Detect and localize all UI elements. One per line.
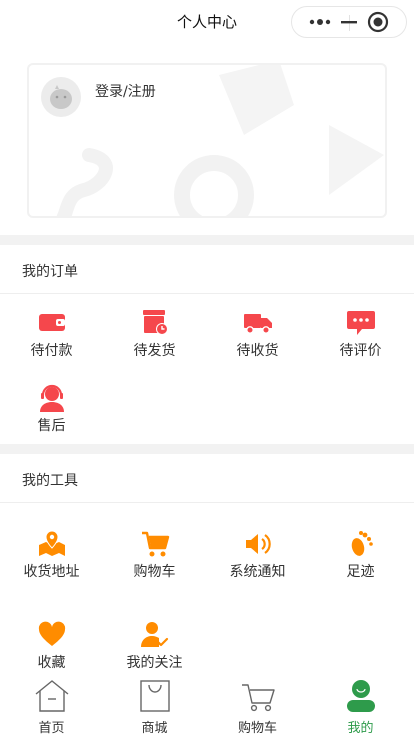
profile-icon (346, 680, 375, 712)
tab-label: 首页 (38, 721, 65, 736)
default-avatar-icon (50, 85, 72, 109)
tool-item-label: 我的关注 (126, 655, 183, 671)
tool-shopping-cart[interactable]: 购物车 (103, 529, 206, 601)
order-item-label: 售后 (37, 418, 66, 434)
title-bar: 个人中心 (0, 0, 414, 44)
close-miniprogram-button[interactable] (354, 7, 402, 37)
tab-label: 商城 (141, 721, 168, 736)
tab-label: 我的 (347, 721, 374, 736)
shopping-bag-icon (139, 680, 170, 712)
footprint-icon (351, 531, 373, 556)
delivery-truck-icon (243, 314, 272, 334)
home-icon (35, 680, 68, 712)
map-pin-icon (38, 530, 65, 556)
minimize-icon[interactable] (341, 21, 357, 24)
heart-icon (38, 621, 65, 646)
customer-service-icon (39, 384, 64, 412)
more-dots-icon (309, 19, 331, 25)
tool-item-label: 购物车 (133, 564, 176, 580)
tab-cart[interactable]: 购物车 (206, 676, 309, 736)
order-item-label: 待发货 (133, 343, 176, 359)
order-pending-shipment[interactable]: 待发货 (103, 308, 206, 380)
tool-item-label: 收藏 (37, 655, 66, 671)
follow-user-icon (140, 622, 168, 647)
order-item-label: 待收货 (236, 343, 279, 359)
section-gap (0, 235, 414, 245)
tool-item-label: 收货地址 (23, 564, 80, 580)
wallet-icon (38, 314, 65, 331)
tool-footprint[interactable]: 足迹 (309, 529, 412, 601)
login-register-link[interactable]: 登录/注册 (95, 81, 156, 101)
section-divider (0, 502, 414, 503)
order-pending-receipt[interactable]: 待收货 (206, 308, 309, 380)
bottom-tab-bar: 首页 商城 购物车 我的 (0, 676, 414, 736)
order-pending-review[interactable]: 待评价 (309, 308, 412, 380)
orders-section-title: 我的订单 (22, 264, 78, 280)
section-divider (0, 293, 414, 294)
order-item-label: 待评价 (339, 343, 382, 359)
order-item-label: 待付款 (30, 343, 73, 359)
cart-icon (141, 531, 169, 557)
section-gap (0, 444, 414, 454)
speaker-icon (245, 534, 271, 554)
tool-item-label: 足迹 (346, 564, 375, 580)
tool-system-notification[interactable]: 系统通知 (206, 529, 309, 601)
tab-home[interactable]: 首页 (0, 676, 103, 736)
avatar[interactable] (41, 77, 81, 117)
more-menu-button[interactable] (296, 7, 344, 37)
cart-icon (241, 684, 275, 712)
pending-ship-icon (142, 310, 168, 335)
tab-label: 购物车 (237, 721, 277, 736)
close-target-icon (367, 11, 389, 33)
tool-shipping-address[interactable]: 收货地址 (0, 529, 103, 601)
profile-card[interactable]: 登录/注册 (27, 63, 387, 218)
tab-mall[interactable]: 商城 (103, 676, 206, 736)
tab-profile[interactable]: 我的 (309, 676, 412, 736)
comment-icon (346, 311, 375, 335)
order-pending-payment[interactable]: 待付款 (0, 308, 103, 380)
tool-item-label: 系统通知 (229, 564, 286, 580)
tools-section-title: 我的工具 (22, 473, 78, 489)
capsule-menu (291, 6, 407, 38)
card-decoration (56, 65, 384, 216)
